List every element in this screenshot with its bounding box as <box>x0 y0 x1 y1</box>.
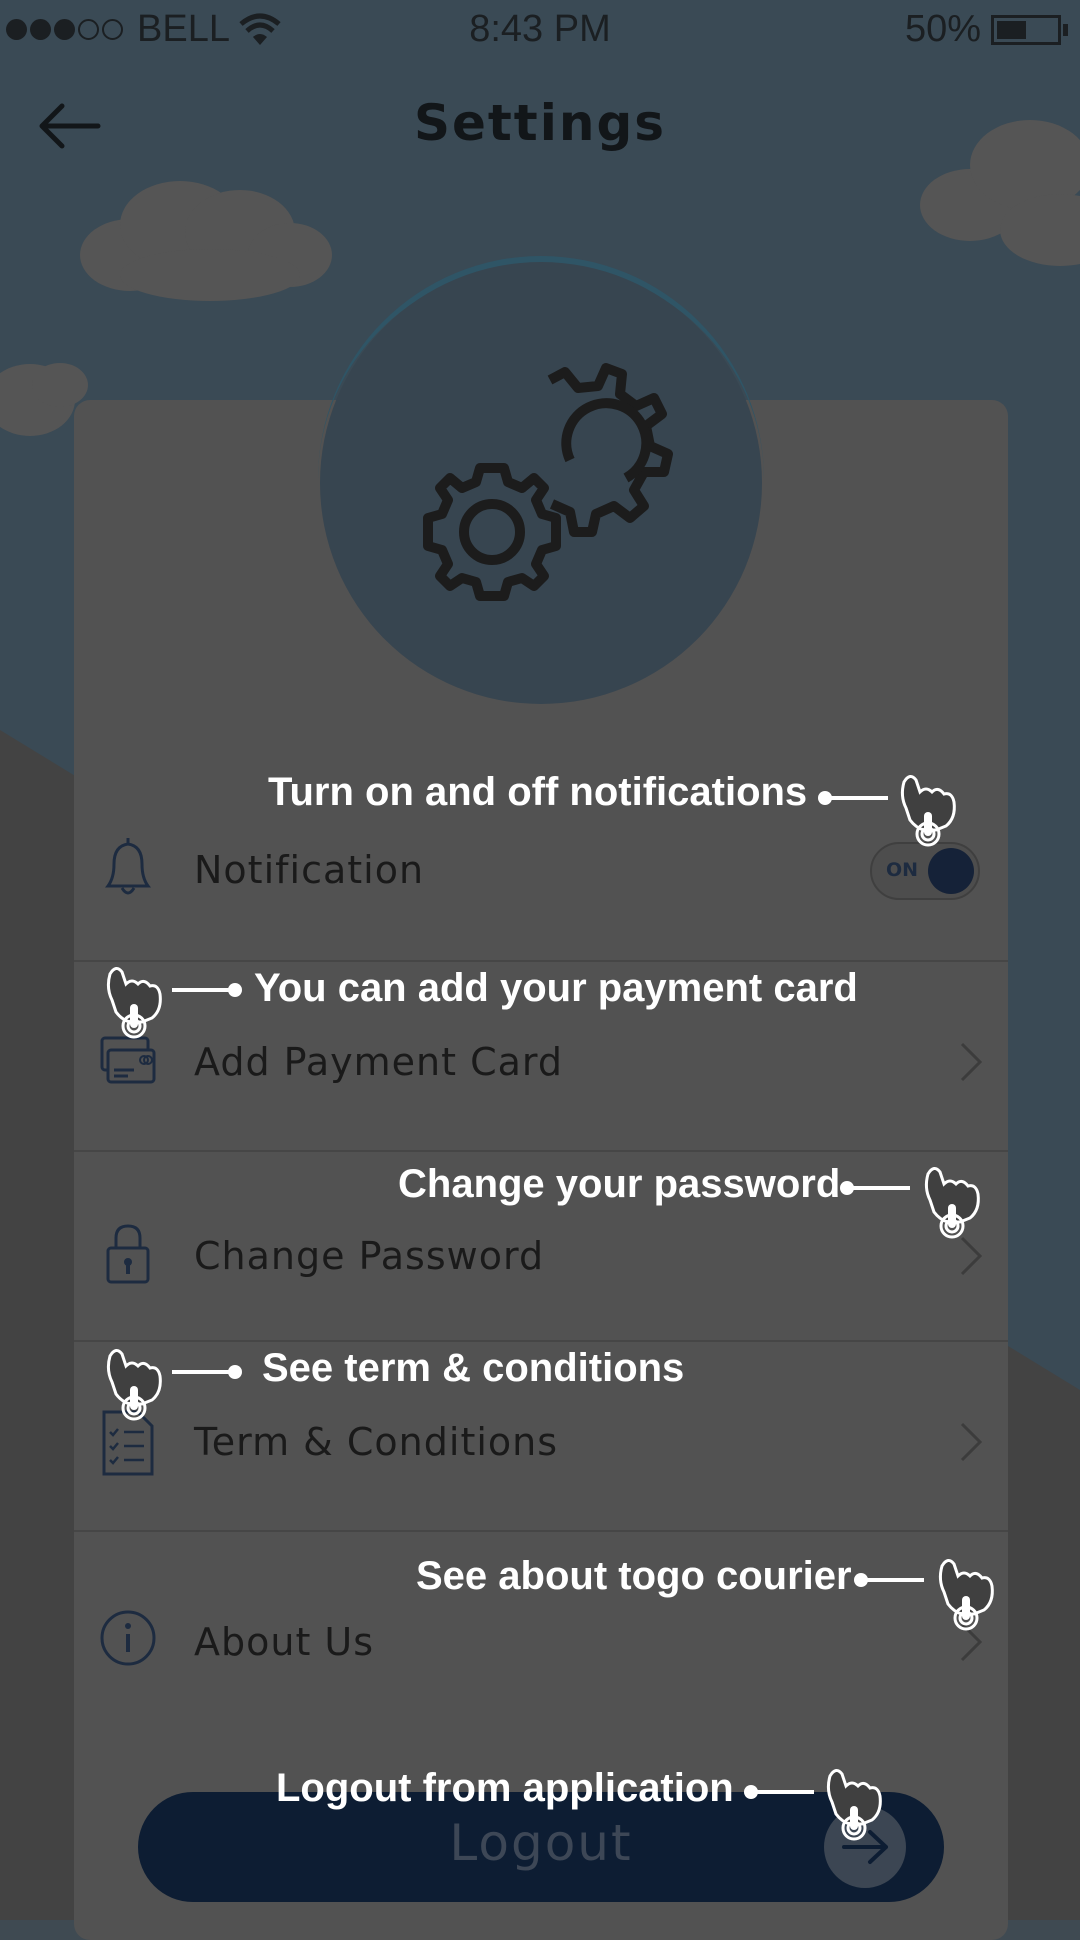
lock-icon <box>106 1224 150 1284</box>
coach-mark-connector <box>840 1181 910 1195</box>
coach-mark-connector <box>172 1365 242 1379</box>
toggle-knob <box>928 848 974 894</box>
row-divider <box>74 1340 1008 1342</box>
battery-percent: 50% <box>904 8 981 50</box>
notification-toggle[interactable]: ON <box>870 842 980 900</box>
row-divider <box>74 960 1008 962</box>
pointing-hand-icon <box>924 1166 980 1239</box>
coach-mark-about-text: See about togo courier <box>416 1554 852 1598</box>
pointing-hand-icon <box>900 774 956 847</box>
battery-icon <box>991 14 1061 45</box>
coach-mark-logout-text: Logout from application <box>276 1766 734 1810</box>
battery-fill <box>997 20 1026 39</box>
row-divider <box>74 1150 1008 1152</box>
chevron-right-icon <box>960 1236 983 1276</box>
coach-mark-connector <box>818 791 888 805</box>
coach-mark-payment-text: You can add your payment card <box>254 966 858 1010</box>
battery-indicator: 50% <box>905 8 1068 51</box>
pointing-hand-icon <box>826 1768 882 1841</box>
battery-tip <box>1063 23 1068 36</box>
connector-dot <box>818 791 832 805</box>
connector-dot <box>840 1181 854 1195</box>
coach-mark-notification-text: Turn on and off notifications <box>268 770 808 814</box>
connector-dot <box>744 1785 758 1799</box>
connector-dot <box>228 1365 242 1379</box>
chevron-right-icon <box>960 1042 983 1082</box>
info-icon <box>100 1610 156 1666</box>
coach-mark-connector <box>854 1573 924 1587</box>
coach-mark-password-text: Change your password <box>398 1162 841 1206</box>
pointing-hand-icon <box>106 1348 162 1421</box>
coach-mark-terms-text: See term & conditions <box>262 1346 685 1390</box>
settings-row-label: Add Payment Card <box>194 1040 563 1084</box>
page-title: Settings <box>413 94 666 152</box>
coach-mark-connector <box>744 1785 814 1799</box>
settings-gears-icon <box>423 363 673 601</box>
settings-row-label: Notification <box>194 848 425 892</box>
coach-mark-connector <box>172 983 242 997</box>
settings-row-label: Change Password <box>194 1234 545 1278</box>
chevron-right-icon <box>960 1422 983 1462</box>
connector-dot <box>228 983 242 997</box>
bell-icon <box>105 838 151 895</box>
settings-row-label: Term & Conditions <box>194 1420 559 1464</box>
pointing-hand-icon <box>106 966 162 1039</box>
connector-dot <box>854 1573 868 1587</box>
settings-row-label: About Us <box>194 1620 375 1664</box>
toggle-on-label: ON <box>886 859 919 881</box>
pointing-hand-icon <box>938 1558 994 1631</box>
status-bar: BELL 8:43 PM 50% <box>0 0 1080 58</box>
row-divider <box>74 1530 1008 1532</box>
